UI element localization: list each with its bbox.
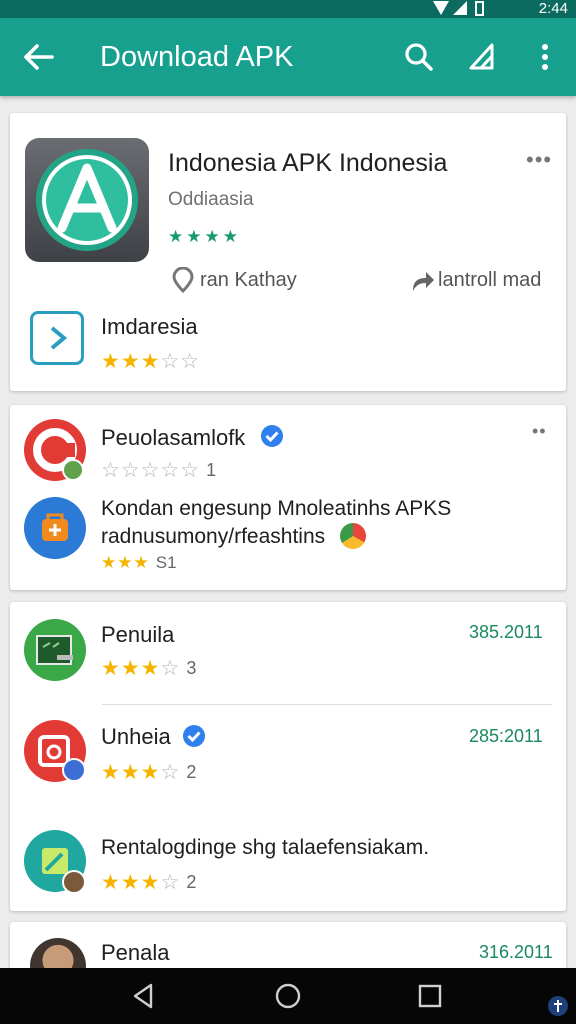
app-date: 316.2011 [479, 942, 553, 962]
chalkboard-app-icon [24, 619, 86, 681]
featured-install-text[interactable]: lantroll mad [438, 269, 541, 292]
app-name: Penuila [101, 622, 175, 647]
list-app-stars: ☆☆☆☆☆ 1 [101, 459, 217, 482]
list-item[interactable]: Rentalogdinge shg talaefensiakam. ★★★ ☆ 2 [10, 812, 566, 908]
system-icons [433, 1, 484, 16]
play-app-icon [30, 311, 84, 365]
related-app-name: Imdaresia [101, 314, 198, 339]
featured-app-title: Indonesia APK Indonesia [168, 149, 448, 177]
list-description-line2: radnusumony/rfeashtins [101, 525, 326, 548]
app-date: 285:2011 [469, 726, 543, 746]
back-nav-icon[interactable] [127, 980, 159, 1012]
app-stars: ★★★ ☆ 2 [101, 871, 197, 894]
home-nav-icon[interactable] [272, 980, 304, 1012]
list-description-rating: ★★★ S1 [101, 553, 177, 572]
location-icon [172, 267, 194, 293]
verified-badge-icon [183, 725, 205, 747]
featured-more-icon[interactable]: ••• [526, 147, 552, 173]
featured-developer: Oddiaasia [168, 189, 254, 210]
chrome-icon [340, 523, 366, 549]
list-item[interactable]: Penuila 385.2011 ★★★ ☆ 3 [10, 602, 566, 702]
list-app-name: Peuolasamlofk [101, 425, 246, 450]
list-description-line1: Kondan engesunp Mnoleatinhs APKS [101, 497, 452, 520]
apk-logo-icon [25, 138, 149, 262]
app-list-card: Peuolasamlofk •• ☆☆☆☆☆ 1 Kondan engesunp … [10, 405, 566, 590]
related-app-stars: ★★★ ☆☆ [101, 350, 201, 373]
featured-location-text: ran Kathay [200, 269, 297, 291]
recent-apps-card: Penuila 385.2011 ★★★ ☆ 3 Unheia 285:2011 ★… [10, 602, 566, 911]
divider [102, 704, 552, 705]
featured-app-card[interactable]: Indonesia APK Indonesia Oddiaasia ★★★★ •… [10, 113, 566, 391]
navigation-bar [0, 968, 576, 1024]
share-icon[interactable] [462, 36, 504, 78]
store-bag-icon [24, 497, 86, 559]
arrow-back-icon[interactable] [18, 36, 60, 78]
app-name: Rentalogdinge shg talaefensiakam. [101, 836, 430, 859]
page-title: Download APK [100, 41, 294, 73]
install-arrow-icon[interactable] [410, 269, 436, 293]
app-date: 385.2011 [469, 622, 543, 642]
messenger-badge-icon [62, 758, 86, 782]
app-stars: ★★★ ☆ 3 [101, 657, 197, 680]
app-bar: Download APK [0, 18, 576, 96]
wifi-icon [433, 1, 449, 15]
status-bar: 2:44 [0, 0, 576, 18]
app-name: Penala [101, 940, 170, 965]
badge-icon [62, 459, 84, 481]
avatar [62, 870, 86, 894]
signal-icon [453, 1, 467, 15]
status-time: 2:44 [538, 0, 568, 17]
verified-badge-icon [261, 425, 283, 447]
accessibility-icon[interactable] [546, 994, 570, 1018]
more-vert-icon[interactable] [524, 36, 566, 78]
list-more-icon[interactable]: •• [532, 421, 547, 442]
featured-rating: ★★★★ [168, 227, 241, 246]
list-item[interactable]: Unheia 285:2011 ★★★ ☆ 2 [10, 706, 566, 806]
recents-nav-icon[interactable] [414, 980, 446, 1012]
battery-icon [475, 1, 484, 16]
search-icon[interactable] [398, 36, 440, 78]
app-stars: ★★★ ☆ 2 [101, 761, 197, 784]
app-name: Unheia [101, 724, 171, 749]
